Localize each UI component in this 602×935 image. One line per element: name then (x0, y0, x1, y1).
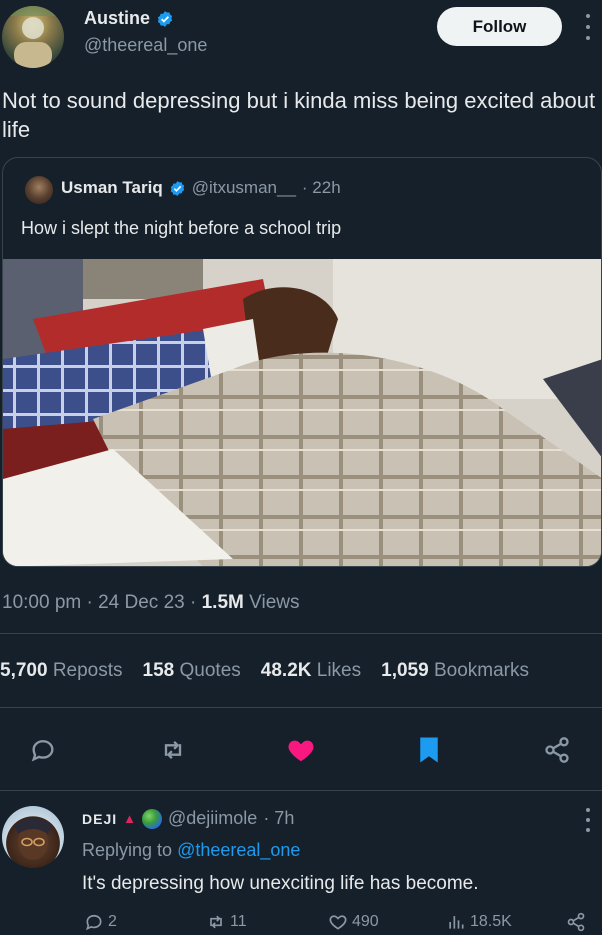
reply-reposts-count: 11 (230, 913, 247, 930)
repost-icon[interactable] (156, 733, 190, 767)
author-handle[interactable]: @theereal_one (84, 35, 207, 56)
reply-repost-button[interactable]: 11 (206, 912, 247, 932)
quotes-stat[interactable]: 158 Quotes (143, 660, 241, 682)
reply-icon (85, 914, 102, 931)
quoted-tweet-text: How i slept the night before a school tr… (21, 218, 342, 238)
bookmark-icon[interactable] (412, 733, 446, 767)
reply-author-row: DEJI ▲ @dejiimole · 7h (82, 808, 294, 829)
reply-likes-count: 490 (352, 913, 379, 930)
like-icon[interactable] (284, 733, 318, 767)
quoted-verified-badge-icon (170, 180, 184, 196)
quoted-time: · 22h (301, 178, 341, 197)
reply-author-avatar[interactable] (2, 806, 64, 868)
quoted-tweet-photo[interactable] (3, 259, 601, 566)
bookmarks-stat[interactable]: 1,059 Bookmarks (381, 660, 529, 682)
reply-like-button[interactable]: 490 (328, 912, 379, 932)
reply-author-name[interactable]: DEJI (82, 811, 117, 827)
views-chart-icon (449, 916, 464, 929)
author-avatar[interactable] (2, 6, 64, 68)
quoted-tweet-card[interactable]: Usman Tariq @itxusman__ · 22h How i slep… (2, 157, 602, 567)
globe-icon (142, 808, 162, 829)
triangle-icon: ▲ (123, 811, 136, 826)
reply-reply-button[interactable]: 2 (84, 912, 117, 932)
author-name[interactable]: Austine (84, 8, 150, 29)
tweet-text: Not to sound depressing but i kinda miss… (2, 88, 596, 142)
divider (0, 633, 602, 634)
quoted-author-avatar[interactable] (25, 176, 53, 204)
reply-views-count: 18.5K (470, 913, 512, 930)
reposts-stat[interactable]: 5,700 Reposts (0, 660, 123, 682)
tweet-timestamp[interactable]: 10:00 pm · 24 Dec 23 · (2, 592, 196, 613)
author-name-row: Austine (84, 8, 174, 29)
divider (0, 790, 602, 791)
share-icon[interactable] (540, 733, 574, 767)
reply-replies-count: 2 (108, 913, 117, 930)
more-options-icon[interactable] (580, 14, 596, 40)
timestamp-row: 10:00 pm · 24 Dec 23 · 1.5M Views (2, 592, 299, 614)
heart-icon (329, 915, 347, 930)
verified-badge-icon (157, 10, 173, 27)
share-icon (567, 912, 585, 932)
replying-to-row: Replying to @theereal_one (82, 840, 300, 861)
reply-share-button[interactable] (566, 912, 586, 932)
reply-views-button[interactable]: 18.5K (446, 912, 512, 932)
quoted-author-name[interactable]: Usman Tariq (61, 178, 163, 198)
reply-time: · 7h (263, 808, 295, 828)
divider (0, 707, 602, 708)
reply-more-options-icon[interactable] (580, 808, 596, 832)
reply-author-handle[interactable]: @dejiimole (168, 808, 257, 829)
quoted-author-handle[interactable]: @itxusman__ (192, 178, 296, 198)
replying-to-handle[interactable]: @theereal_one (177, 840, 300, 860)
views-label: Views (249, 592, 300, 613)
quoted-author-row: Usman Tariq @itxusman__ · 22h (61, 178, 341, 198)
replying-to-label: Replying to (82, 840, 173, 860)
reply-text: It's depressing how unexciting life has … (82, 873, 479, 894)
likes-stat[interactable]: 48.2K Likes (261, 660, 361, 682)
reply-icon[interactable] (26, 733, 60, 767)
repost-icon (210, 915, 222, 929)
stats-row: 5,700 Reposts 158 Quotes 48.2K Likes 1,0… (0, 660, 602, 682)
views-count: 1.5M (201, 592, 244, 613)
follow-button[interactable]: Follow (437, 7, 562, 46)
